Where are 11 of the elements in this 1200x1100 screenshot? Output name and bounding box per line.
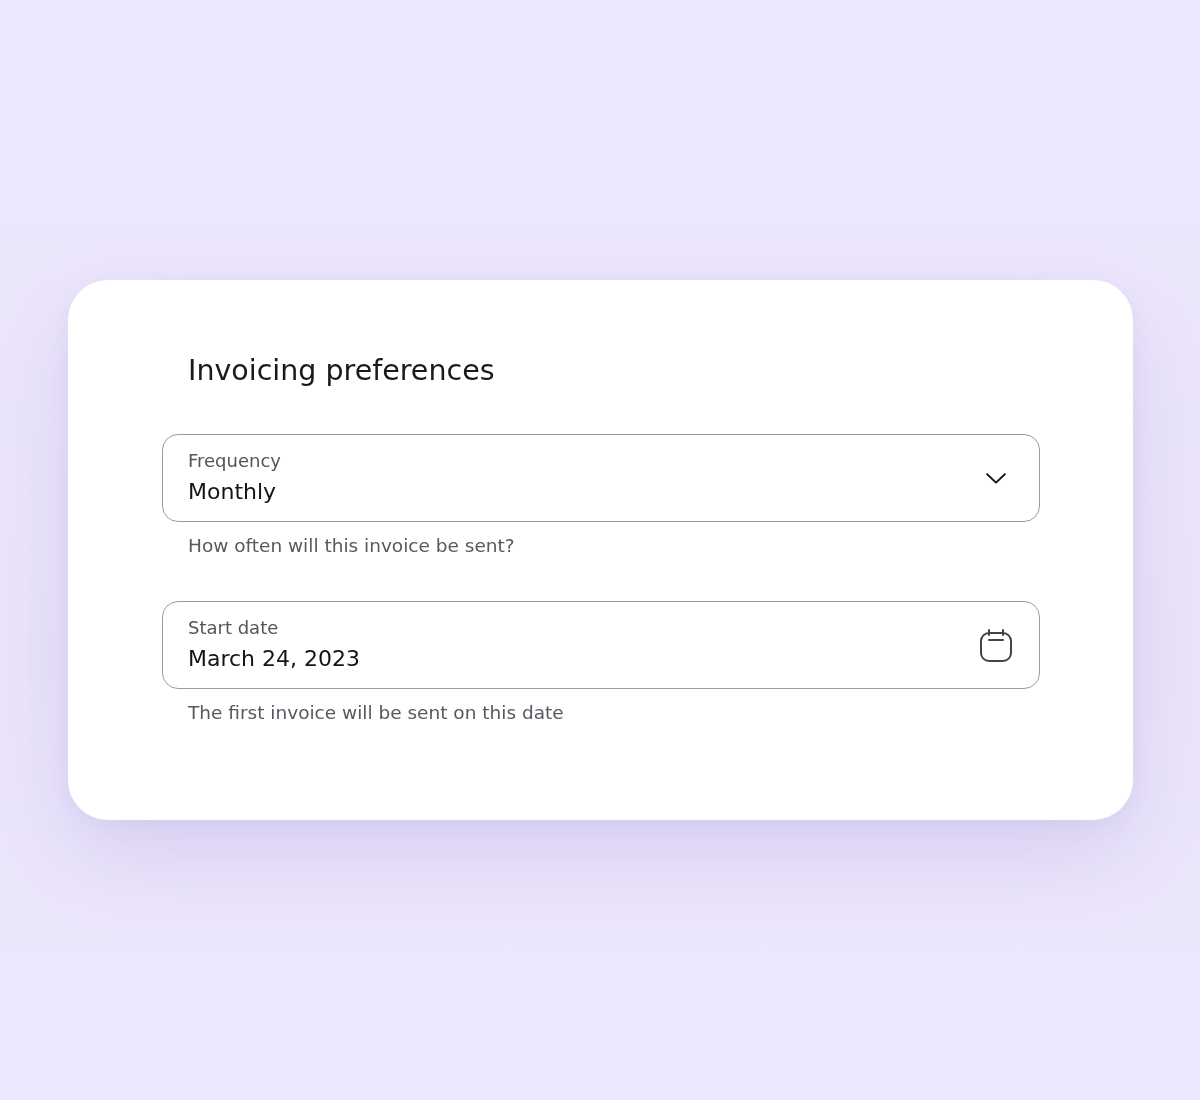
field-label: Start date — [188, 617, 279, 639]
field-label: Frequency — [188, 450, 281, 472]
calendar-icon — [980, 628, 1012, 662]
chevron-down-icon — [986, 472, 1006, 484]
select-field[interactable]: Frequency Monthly — [162, 434, 1040, 522]
field-value: Monthly — [188, 478, 277, 506]
field-value: March 24, 2023 — [188, 645, 361, 673]
helper-text: The first invoice will be sent on this date — [188, 702, 564, 724]
date-field[interactable]: Start date March 24, 2023 — [162, 601, 1040, 689]
card-title: Invoicing preferences — [188, 354, 495, 388]
helper-text: How often will this invoice be sent? — [188, 535, 515, 557]
